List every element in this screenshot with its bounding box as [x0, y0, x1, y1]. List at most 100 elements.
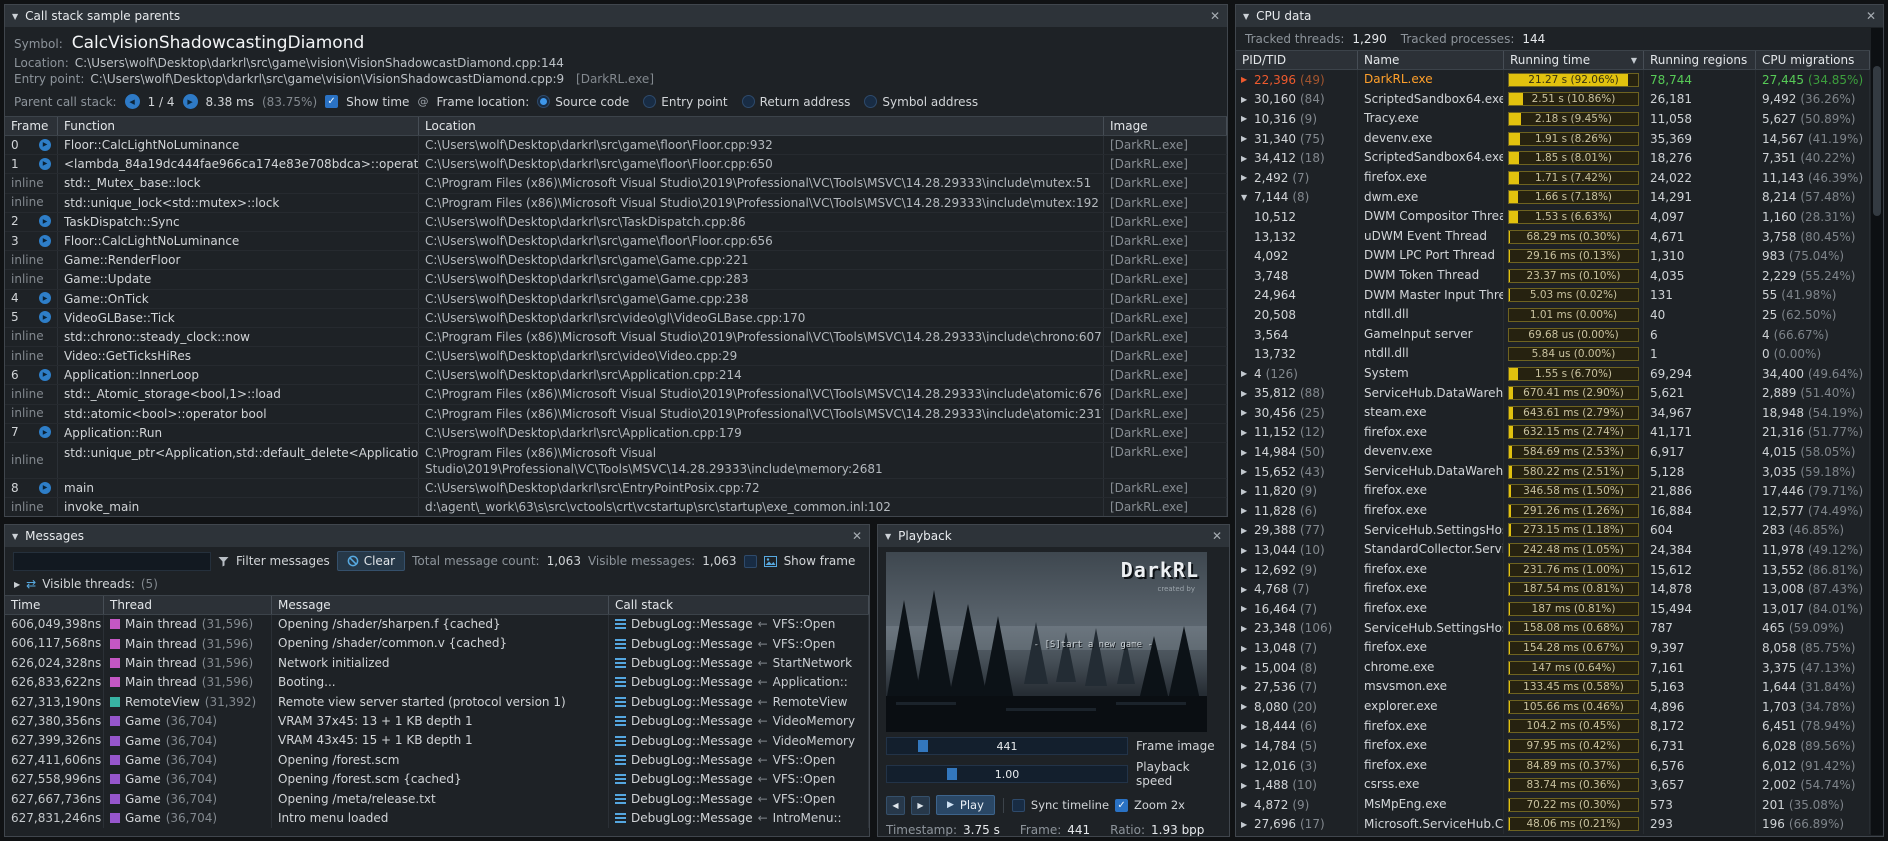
expand-row-icon[interactable]: ▶ — [1241, 781, 1254, 790]
callstack-row[interactable]: inlinestd::atomic<bool>::operator boolC:… — [5, 405, 1227, 424]
cpu-row[interactable]: ▶1,488(10)csrss.exe83.74 ms (0.36%)3,657… — [1236, 775, 1870, 795]
callstack-row[interactable]: 5▶VideoGLBase::TickC:\Users\wolf\Desktop… — [5, 309, 1227, 328]
cpu-row[interactable]: 13,732ntdll.dll5.84 us (0.00%)10(0.00%) — [1236, 344, 1870, 364]
expand-row-icon[interactable]: ▶ — [1241, 565, 1254, 574]
cpu-row[interactable]: ▶12,692(9)firefox.exe231.76 ms (1.00%)15… — [1236, 560, 1870, 580]
zoom-checkbox[interactable]: ✓ — [1115, 799, 1128, 812]
play-button[interactable]: ▶ Play — [936, 795, 995, 815]
expand-row-icon[interactable]: ▶ — [1241, 761, 1254, 770]
cpu-row[interactable]: ▶30,160(84)ScriptedSandbox64.exe2.51 s (… — [1236, 90, 1870, 110]
cpu-row[interactable]: ▶23,348(106)ServiceHub.SettingsHost.exe1… — [1236, 619, 1870, 639]
expand-row-icon[interactable]: ▶ — [1241, 134, 1254, 143]
expand-row-icon[interactable]: ▶ — [1241, 800, 1254, 809]
cpu-row[interactable]: ▶16,464(7)firefox.exe187 ms (0.81%)15,49… — [1236, 599, 1870, 619]
expand-row-icon[interactable]: ▶ — [1241, 467, 1254, 476]
jump-to-sample-icon[interactable]: ▶ — [39, 369, 51, 381]
collapse-icon[interactable]: ▼ — [12, 12, 18, 21]
jump-to-sample-icon[interactable]: ▶ — [39, 292, 51, 304]
radio-entry-point[interactable]: Entry point — [643, 95, 727, 109]
column-header-frame[interactable]: Frame — [5, 117, 58, 135]
cpu-row[interactable]: ▶35,812(88)ServiceHub.DataWarehouseHost.… — [1236, 384, 1870, 404]
callstack-row[interactable]: inlinestd::_Mutex_base::lockC:\Program F… — [5, 174, 1227, 193]
expand-row-icon[interactable]: ▶ — [1241, 644, 1254, 653]
expand-row-icon[interactable]: ▶ — [1241, 526, 1254, 535]
expand-row-icon[interactable]: ▶ — [1241, 114, 1254, 123]
cpu-row[interactable]: ▶29,388(77)ServiceHub.SettingsHost.exe27… — [1236, 521, 1870, 541]
column-header-function[interactable]: Function — [58, 117, 419, 135]
message-row[interactable]: 626,833,622nsMain thread(31,596)Booting.… — [5, 673, 869, 692]
expand-threads-icon[interactable]: ▶ — [14, 580, 20, 589]
cpu-row[interactable]: ▶11,152(12)firefox.exe632.15 ms (2.74%)4… — [1236, 423, 1870, 443]
jump-to-sample-icon[interactable]: ▶ — [39, 426, 51, 438]
messages-titlebar[interactable]: ▼ Messages ✕ — [5, 525, 869, 547]
callstack-row[interactable]: 7▶Application::RunC:\Users\wolf\Desktop\… — [5, 424, 1227, 443]
column-header-image[interactable]: Image — [1104, 117, 1227, 135]
radio-symbol-address[interactable]: Symbol address — [864, 95, 978, 109]
clear-button[interactable]: Clear — [337, 551, 405, 571]
collapse-icon[interactable]: ▼ — [1243, 12, 1249, 21]
expand-row-icon[interactable]: ▶ — [1241, 506, 1254, 515]
expand-row-icon[interactable]: ▶ — [1241, 663, 1254, 672]
cpu-row[interactable]: ▶4,768(7)firefox.exe187.54 ms (0.81%)14,… — [1236, 579, 1870, 599]
frame-image-slider[interactable]: 441 — [886, 737, 1128, 755]
jump-to-sample-icon[interactable]: ▶ — [39, 139, 51, 151]
next-frame-button[interactable]: ▶ — [911, 796, 930, 815]
cpu-scrollbar[interactable] — [1871, 28, 1883, 835]
callstack-row[interactable]: 3▶Floor::CalcLightNoLuminanceC:\Users\wo… — [5, 232, 1227, 251]
cpu-row[interactable]: ▶14,784(5)firefox.exe97.95 ms (0.42%)6,7… — [1236, 736, 1870, 756]
jump-to-sample-icon[interactable]: ▶ — [39, 215, 51, 227]
radio-return-address[interactable]: Return address — [742, 95, 851, 109]
cpu-row[interactable]: ▶10,316(9)Tracy.exe2.18 s (9.45%)11,0585… — [1236, 109, 1870, 129]
expand-row-icon[interactable]: ▶ — [1241, 546, 1254, 555]
message-row[interactable]: 627,558,996nsGame(36,704)Opening /forest… — [5, 770, 869, 789]
close-icon[interactable]: ✕ — [1866, 9, 1876, 23]
cpu-row[interactable]: ▶13,044(10)StandardCollector.Service.exe… — [1236, 540, 1870, 560]
cpu-row[interactable]: 3,564GameInput server69.68 us (0.00%)64(… — [1236, 325, 1870, 345]
expand-row-icon[interactable]: ▶ — [1241, 624, 1254, 633]
playback-speed-slider[interactable]: 1.00 — [886, 765, 1128, 783]
cpu-row[interactable]: 3,748DWM Token Thread23.37 ms (0.10%)4,0… — [1236, 266, 1870, 286]
expand-row-icon[interactable]: ▶ — [1241, 389, 1254, 398]
collapse-icon[interactable]: ▼ — [885, 532, 891, 541]
cpu-row[interactable]: ▼7,144(8)dwm.exe1.66 s (7.18%)14,2918,21… — [1236, 188, 1870, 208]
cpu-row[interactable]: ▶14,984(50)devenv.exe584.69 ms (2.53%)6,… — [1236, 442, 1870, 462]
callstack-row[interactable]: 8▶mainC:\Users\wolf\Desktop\darkrl\src\E… — [5, 479, 1227, 498]
message-row[interactable]: 627,411,606nsGame(36,704)Opening /forest… — [5, 751, 869, 770]
column-header-callstack[interactable]: Call stack — [609, 596, 869, 614]
message-row[interactable]: 627,380,356nsGame(36,704)VRAM 37x45: 13 … — [5, 712, 869, 731]
playback-titlebar[interactable]: ▼ Playback ✕ — [878, 525, 1229, 547]
expand-row-icon[interactable]: ▶ — [1241, 820, 1254, 829]
message-row[interactable]: 627,399,326nsGame(36,704)VRAM 43x45: 15 … — [5, 731, 869, 750]
cpu-row[interactable]: ▶18,444(6)firefox.exe104.2 ms (0.45%)8,1… — [1236, 717, 1870, 737]
close-icon[interactable]: ✕ — [1212, 529, 1222, 543]
cpu-row[interactable]: 10,512DWM Compositor Thread1.53 s (6.63%… — [1236, 207, 1870, 227]
callstack-row[interactable]: inlinestd::chrono::steady_clock::nowC:\P… — [5, 328, 1227, 347]
message-row[interactable]: 606,117,568nsMain thread(31,596)Opening … — [5, 634, 869, 653]
column-header-pid-tid[interactable]: PID/TID — [1236, 51, 1358, 69]
radio-source-code[interactable]: Source code — [537, 95, 629, 109]
cpu-row[interactable]: 20,508ntdll.dll1.01 ms (0.00%)4025(62.50… — [1236, 305, 1870, 325]
callstack-row[interactable]: inlinestd::unique_ptr<Application,std::d… — [5, 443, 1227, 479]
callstack-titlebar[interactable]: ▼ Call stack sample parents ✕ — [5, 5, 1227, 27]
cpu-row[interactable]: ▶34,412(18)ScriptedSandbox64.exe1.85 s (… — [1236, 148, 1870, 168]
jump-to-sample-icon[interactable]: ▶ — [39, 235, 51, 247]
column-header-location[interactable]: Location — [419, 117, 1104, 135]
expand-row-icon[interactable]: ▶ — [1241, 369, 1254, 378]
next-callstack-button[interactable]: ▶ — [183, 94, 198, 109]
message-row[interactable]: 627,831,246nsGame(36,704)Intro menu load… — [5, 809, 869, 828]
expand-row-icon[interactable]: ▶ — [1241, 702, 1254, 711]
column-header-cpu-migrations[interactable]: CPU migrations — [1756, 51, 1870, 69]
cpu-row[interactable]: 4,092DWM LPC Port Thread29.16 ms (0.13%)… — [1236, 246, 1870, 266]
message-row[interactable]: 606,049,398nsMain thread(31,596)Opening … — [5, 615, 869, 634]
column-header-message[interactable]: Message — [272, 596, 609, 614]
cpu-row[interactable]: ▶2,492(7)firefox.exe1.71 s (7.42%)24,022… — [1236, 168, 1870, 188]
message-row[interactable]: 627,667,736nsGame(36,704)Opening /meta/r… — [5, 790, 869, 809]
expand-row-icon[interactable]: ▶ — [1241, 722, 1254, 731]
callstack-row[interactable]: inlineVideo::GetTicksHiResC:\Users\wolf\… — [5, 347, 1227, 366]
column-header-running-regions[interactable]: Running regions — [1644, 51, 1756, 69]
show-time-checkbox[interactable]: ✓ — [325, 95, 338, 108]
jump-to-sample-icon[interactable]: ▶ — [39, 311, 51, 323]
expand-row-icon[interactable]: ▶ — [1241, 154, 1254, 163]
callstack-row[interactable]: inlineGame::RenderFloorC:\Users\wolf\Des… — [5, 251, 1227, 270]
message-filter-input[interactable] — [13, 552, 211, 571]
